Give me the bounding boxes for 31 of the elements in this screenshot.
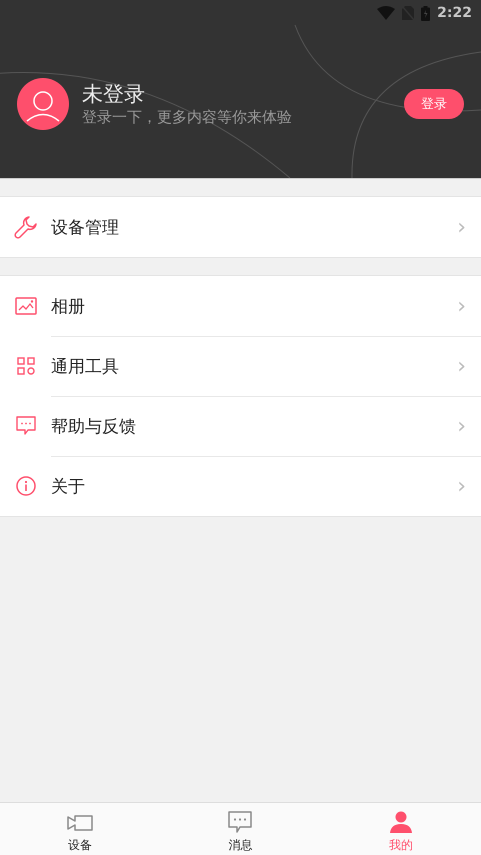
battery-icon xyxy=(421,6,430,20)
tab[interactable]: 消息 xyxy=(160,803,321,855)
chevron-icon: › xyxy=(457,414,466,439)
chevron-icon: › xyxy=(457,474,466,499)
chat-icon xyxy=(16,416,36,436)
wrench-icon xyxy=(14,215,38,239)
menu-item[interactable]: 设备管理 › xyxy=(0,197,481,257)
avatar-icon xyxy=(17,78,69,130)
login-prompt: 登录一下，更多内容等你来体验 xyxy=(82,107,293,127)
menu-label: 相册 xyxy=(51,296,85,318)
menu-label: 通用工具 xyxy=(51,356,119,378)
menu-label: 关于 xyxy=(51,476,85,498)
grid-icon xyxy=(16,357,34,375)
video-camera-icon xyxy=(67,813,94,833)
menu-item[interactable]: 通用工具 › xyxy=(0,336,481,396)
info-icon xyxy=(16,476,36,496)
menu-label: 帮助与反馈 xyxy=(51,416,136,438)
menu-label: 设备管理 xyxy=(51,216,119,238)
user-name: 未登录 xyxy=(82,81,146,107)
chevron-icon: › xyxy=(457,354,466,379)
wifi-icon xyxy=(377,6,396,20)
status-time: 2:22 xyxy=(437,5,472,21)
menu-item[interactable]: 相册 › xyxy=(0,276,481,336)
tab[interactable]: 设备 xyxy=(0,803,160,855)
menu-item[interactable]: 关于 › xyxy=(0,456,481,516)
chevron-icon: › xyxy=(457,294,466,318)
chat-icon xyxy=(228,811,252,833)
person-icon xyxy=(388,811,413,833)
image-icon xyxy=(14,297,36,315)
chevron-icon: › xyxy=(457,214,466,240)
menu-item[interactable]: 帮助与反馈 › xyxy=(0,396,481,456)
